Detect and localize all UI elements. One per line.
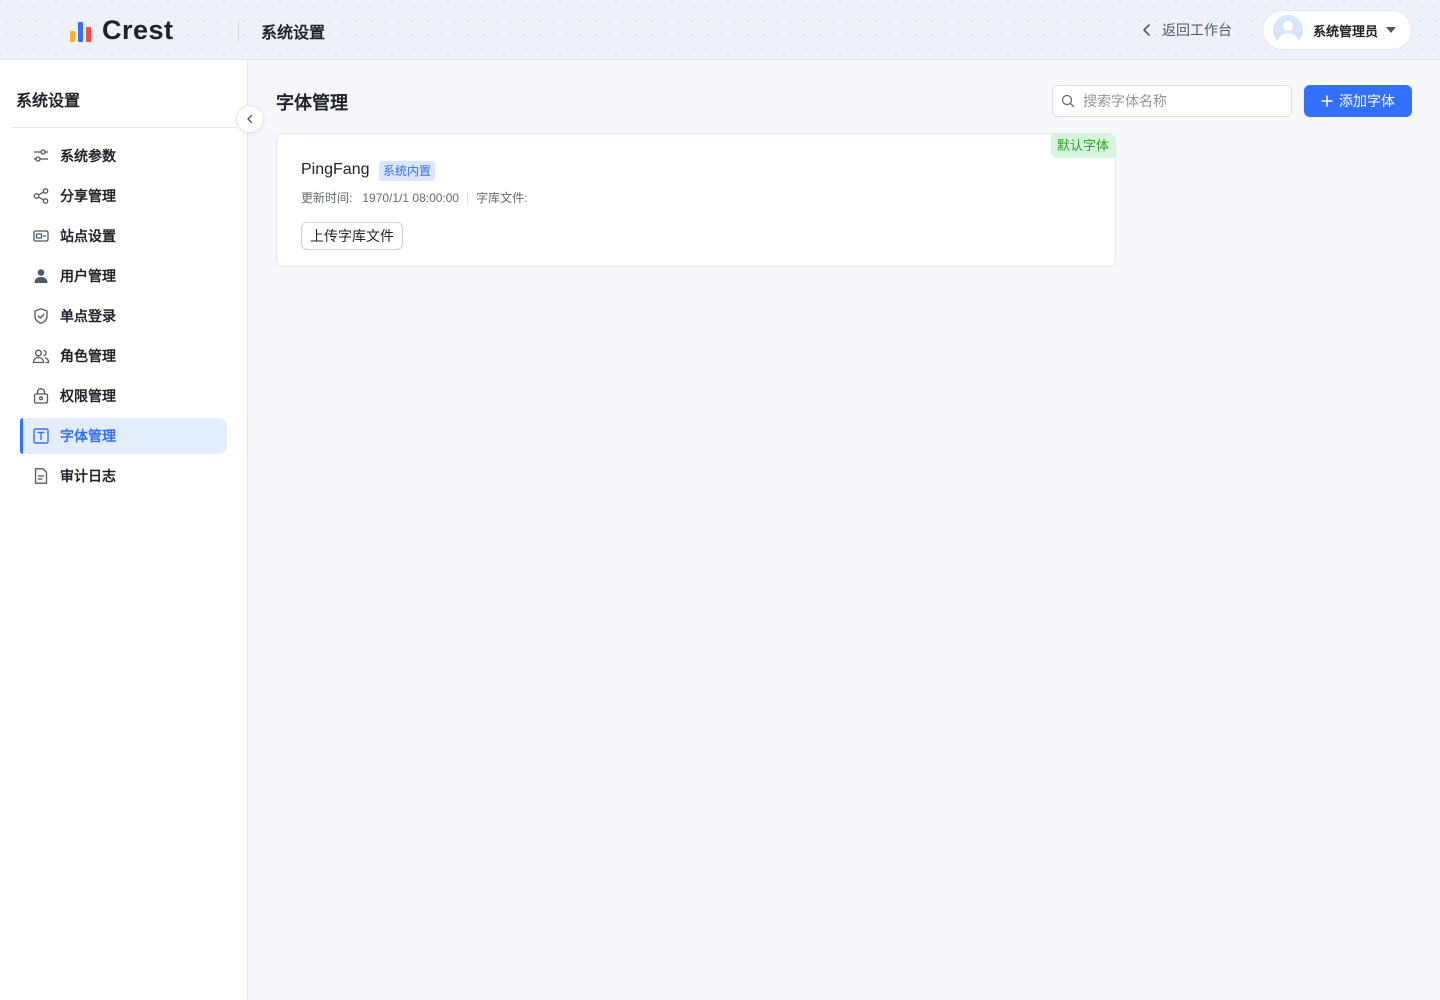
brand-name: Crest (102, 14, 174, 45)
sidebar-title: 系统设置 (16, 93, 81, 110)
share-icon (32, 187, 50, 205)
builtin-tag: 系统内置 (379, 161, 436, 181)
sidebar-item-label: 审计日志 (60, 468, 116, 484)
upload-font-file-button[interactable]: 上传字库文件 (301, 222, 403, 250)
font-name: PingFang (301, 161, 370, 178)
sidebar-item-audit-log[interactable]: 审计日志 (20, 458, 227, 494)
brand-logo[interactable]: Crest (70, 14, 174, 45)
back-to-workbench-link[interactable]: 返回工作台 (1140, 20, 1232, 40)
shield-icon (32, 307, 50, 325)
back-link-label: 返回工作台 (1162, 22, 1232, 38)
sidebar-item-fonts[interactable]: 字体管理 (20, 418, 227, 454)
add-font-button[interactable]: 添加字体 (1304, 85, 1412, 117)
updated-time-value: 1970/1/1 08:00:00 (362, 190, 460, 205)
user-menu[interactable]: 系统管理员 (1262, 10, 1412, 50)
users-icon (32, 347, 50, 365)
sidebar-item-label: 用户管理 (60, 268, 116, 284)
top-header: Crest 系统设置 返回工作台 系统管理员 (0, 0, 1440, 60)
sidebar-item-label: 角色管理 (60, 348, 116, 364)
sidebar: 系统设置 系统参数 分享管理 站点设置 用户管理 单点登录 角色管理 权限管理 … (0, 60, 264, 1000)
user-icon (32, 267, 50, 285)
sidebar-divider (12, 127, 236, 128)
lock-icon (32, 387, 50, 405)
sliders-icon (32, 147, 50, 165)
plus-icon (1321, 95, 1333, 107)
updated-time-label: 更新时间: (301, 191, 353, 205)
sidebar-item-label: 分享管理 (60, 188, 116, 204)
user-name: 系统管理员 (1313, 23, 1379, 39)
site-icon (32, 227, 50, 245)
font-card: 默认字体 PingFang 系统内置 更新时间: 1970/1/1 08:00:… (276, 133, 1116, 267)
meta-divider (467, 191, 469, 204)
search-icon (1061, 94, 1075, 108)
sidebar-item-roles[interactable]: 角色管理 (20, 338, 227, 374)
search-box (1052, 85, 1292, 117)
page-title: 字体管理 (276, 93, 348, 113)
font-file-label: 字库文件: (476, 191, 528, 205)
document-icon (32, 467, 50, 485)
chevron-left-icon (247, 114, 253, 124)
sidebar-item-label: 系统参数 (60, 148, 116, 164)
sidebar-nav: 系统参数 分享管理 站点设置 用户管理 单点登录 角色管理 权限管理 字体管理 … (20, 138, 227, 498)
font-icon (32, 427, 50, 445)
caret-down-icon (1386, 27, 1397, 33)
add-font-label: 添加字体 (1339, 93, 1395, 109)
chevron-left-icon (1143, 24, 1150, 36)
search-input[interactable] (1083, 93, 1273, 109)
sidebar-item-label: 字体管理 (60, 428, 116, 444)
default-font-badge: 默认字体 (1050, 134, 1115, 158)
sidebar-item-site[interactable]: 站点设置 (20, 218, 227, 254)
sidebar-item-label: 站点设置 (60, 228, 116, 244)
avatar (1273, 15, 1303, 45)
header-divider (238, 20, 239, 41)
font-meta: 更新时间: 1970/1/1 08:00:00 字库文件: (301, 189, 527, 206)
header-title: 系统设置 (261, 25, 326, 42)
sidebar-item-label: 单点登录 (60, 308, 116, 324)
sidebar-item-permissions[interactable]: 权限管理 (20, 378, 227, 414)
sidebar-item-users[interactable]: 用户管理 (20, 258, 227, 294)
sidebar-item-system-params[interactable]: 系统参数 (20, 138, 227, 174)
sidebar-item-label: 权限管理 (60, 388, 116, 404)
sidebar-item-share[interactable]: 分享管理 (20, 178, 227, 214)
logo-bars-icon (70, 18, 92, 42)
sidebar-item-sso[interactable]: 单点登录 (20, 298, 227, 334)
collapse-sidebar-button[interactable] (236, 105, 264, 133)
